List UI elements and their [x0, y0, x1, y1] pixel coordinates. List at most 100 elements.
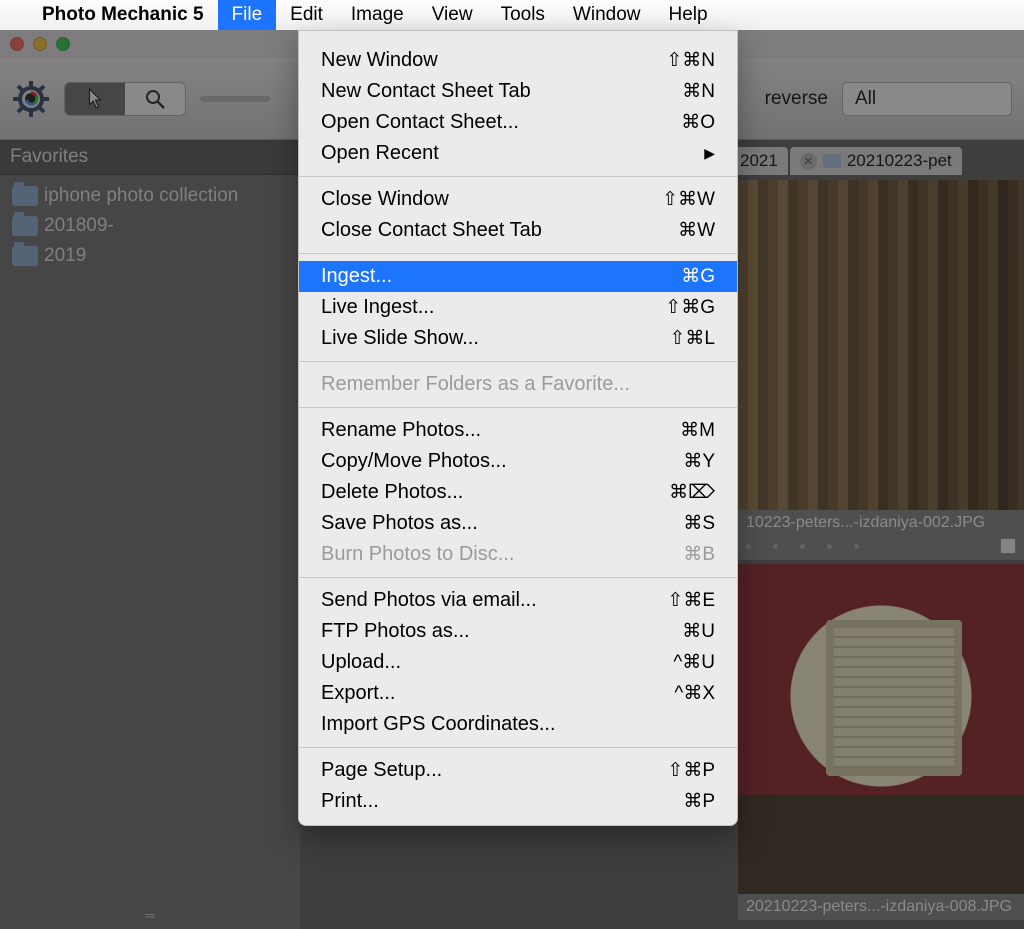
- menu-shortcut: ⌘B: [683, 543, 715, 566]
- menu-item-label: Page Setup...: [321, 759, 667, 782]
- reverse-label: reverse: [765, 88, 828, 110]
- file-menu-dropdown: New Window⇧⌘NNew Contact Sheet Tab⌘NOpen…: [298, 30, 738, 826]
- menubar-item-help[interactable]: Help: [655, 0, 722, 30]
- menu-shortcut: ⌘M: [680, 419, 715, 442]
- menu-item-label: Live Slide Show...: [321, 327, 670, 350]
- menu-item[interactable]: Rename Photos...⌘M: [299, 415, 737, 446]
- menu-item[interactable]: New Contact Sheet Tab⌘N: [299, 76, 737, 107]
- menu-shortcut: ⇧⌘E: [667, 589, 715, 612]
- menu-item[interactable]: Open Recent ▶: [299, 138, 737, 169]
- rating-dot[interactable]: [773, 544, 778, 549]
- filter-value: All: [855, 88, 876, 110]
- pointer-mode-button[interactable]: [65, 83, 125, 115]
- menu-item-label: Close Contact Sheet Tab: [321, 219, 678, 242]
- tab-label: 2021: [740, 151, 778, 171]
- menu-shortcut: ⌘S: [683, 512, 715, 535]
- minimize-window-icon[interactable]: [33, 37, 47, 51]
- menu-item: Burn Photos to Disc...⌘B: [299, 539, 737, 570]
- menubar-item-tools[interactable]: Tools: [487, 0, 559, 30]
- select-checkbox[interactable]: [1000, 538, 1016, 554]
- menu-shortcut: ⌘G: [681, 265, 715, 288]
- menu-item-label: Upload...: [321, 651, 673, 674]
- menu-shortcut: ⌘W: [678, 219, 715, 242]
- menu-item[interactable]: Copy/Move Photos...⌘Y: [299, 446, 737, 477]
- menu-item[interactable]: Close Contact Sheet Tab⌘W: [299, 215, 737, 246]
- menu-item: Remember Folders as a Favorite...: [299, 369, 737, 400]
- menubar-item-file[interactable]: File: [218, 0, 277, 30]
- menu-item[interactable]: Live Ingest...⇧⌘G: [299, 292, 737, 323]
- tab-strip: 2021 ✕ 20210223-pet: [730, 147, 1024, 175]
- menubar-item-edit[interactable]: Edit: [276, 0, 337, 30]
- menu-item[interactable]: Save Photos as...⌘S: [299, 508, 737, 539]
- tab-2021[interactable]: 2021: [730, 147, 788, 175]
- thumbnail-filename: 10223-peters...-izdaniya-002.JPG: [738, 510, 1024, 536]
- tab-label: 20210223-pet: [847, 151, 952, 171]
- menu-item[interactable]: FTP Photos as...⌘U: [299, 616, 737, 647]
- menu-item-label: Save Photos as...: [321, 512, 683, 535]
- menu-item[interactable]: Page Setup...⇧⌘P: [299, 755, 737, 786]
- menu-item-label: FTP Photos as...: [321, 620, 682, 643]
- folder-icon: [12, 186, 38, 206]
- zoom-window-icon[interactable]: [56, 37, 70, 51]
- menu-separator: [299, 577, 737, 578]
- menu-item[interactable]: Export...^⌘X: [299, 678, 737, 709]
- menu-item-label: Live Ingest...: [321, 296, 665, 319]
- thumbnail-item[interactable]: 10223-peters...-izdaniya-002.JPG: [738, 180, 1024, 560]
- menu-item-label: Rename Photos...: [321, 419, 680, 442]
- menu-shortcut: ^⌘U: [673, 651, 715, 674]
- menu-item-label: Delete Photos...: [321, 481, 669, 504]
- menu-item[interactable]: Upload...^⌘U: [299, 647, 737, 678]
- sidebar-item-label: 201809-: [44, 215, 114, 237]
- close-tab-icon[interactable]: ✕: [800, 153, 817, 170]
- menu-item-label: Import GPS Coordinates...: [321, 713, 715, 736]
- rating-dot[interactable]: [827, 544, 832, 549]
- sidebar-resize-handle[interactable]: ═: [145, 907, 155, 923]
- menu-shortcut: ⌘U: [682, 620, 715, 643]
- menubar-item-window[interactable]: Window: [559, 0, 655, 30]
- menu-item[interactable]: Import GPS Coordinates...: [299, 709, 737, 740]
- thumbnail-size-slider[interactable]: [200, 96, 270, 102]
- thumbnail-item[interactable]: 20210223-peters...-izdaniya-008.JPG: [738, 564, 1024, 920]
- filter-combo[interactable]: All: [842, 82, 1012, 116]
- menu-item[interactable]: Close Window⇧⌘W: [299, 184, 737, 215]
- menu-item[interactable]: Delete Photos...⌘⌦: [299, 477, 737, 508]
- zoom-mode-button[interactable]: [125, 83, 185, 115]
- sidebar-item-label: 2019: [44, 245, 86, 267]
- sidebar-item[interactable]: iphone photo collection: [0, 181, 300, 211]
- menu-item[interactable]: New Window⇧⌘N: [299, 45, 737, 76]
- menu-item[interactable]: Live Slide Show...⇧⌘L: [299, 323, 737, 354]
- menu-shortcut: ⌘Y: [683, 450, 715, 473]
- menu-item-label: Print...: [321, 790, 683, 813]
- menubar-item-view[interactable]: View: [418, 0, 487, 30]
- rating-dot[interactable]: [800, 544, 805, 549]
- view-mode-toggle: [64, 82, 186, 116]
- favorites-list: iphone photo collection 201809- 2019: [0, 175, 300, 277]
- mac-menubar: Photo Mechanic 5 FileEditImageViewToolsW…: [0, 0, 1024, 30]
- menu-item[interactable]: Ingest...⌘G: [299, 261, 737, 292]
- menu-shortcut: ⌘⌦: [669, 481, 715, 504]
- thumbnail-filename: 20210223-peters...-izdaniya-008.JPG: [738, 894, 1024, 920]
- close-window-icon[interactable]: [10, 37, 24, 51]
- menu-item-label: Remember Folders as a Favorite...: [321, 373, 715, 396]
- menu-item[interactable]: Print...⌘P: [299, 786, 737, 817]
- menu-separator: [299, 361, 737, 362]
- menu-item[interactable]: Send Photos via email...⇧⌘E: [299, 585, 737, 616]
- tab-20210223[interactable]: ✕ 20210223-pet: [790, 147, 962, 175]
- rating-dot[interactable]: [854, 544, 859, 549]
- menu-item-label: Open Recent: [321, 142, 694, 165]
- rating-dot[interactable]: [746, 544, 751, 549]
- menu-item-label: Burn Photos to Disc...: [321, 543, 683, 566]
- thumbnail-image: [738, 564, 1024, 894]
- menubar-item-image[interactable]: Image: [337, 0, 418, 30]
- menu-item-label: Copy/Move Photos...: [321, 450, 683, 473]
- menu-separator: [299, 253, 737, 254]
- menu-item[interactable]: Open Contact Sheet...⌘O: [299, 107, 737, 138]
- menu-shortcut: ⇧⌘N: [666, 49, 715, 72]
- gear-icon[interactable]: [12, 80, 50, 118]
- submenu-arrow-icon: ▶: [704, 145, 715, 162]
- menu-shortcut: ⇧⌘P: [667, 759, 715, 782]
- app-name[interactable]: Photo Mechanic 5: [28, 4, 218, 26]
- menu-item-label: Send Photos via email...: [321, 589, 667, 612]
- sidebar-item[interactable]: 201809-: [0, 211, 300, 241]
- sidebar-item[interactable]: 2019: [0, 241, 300, 271]
